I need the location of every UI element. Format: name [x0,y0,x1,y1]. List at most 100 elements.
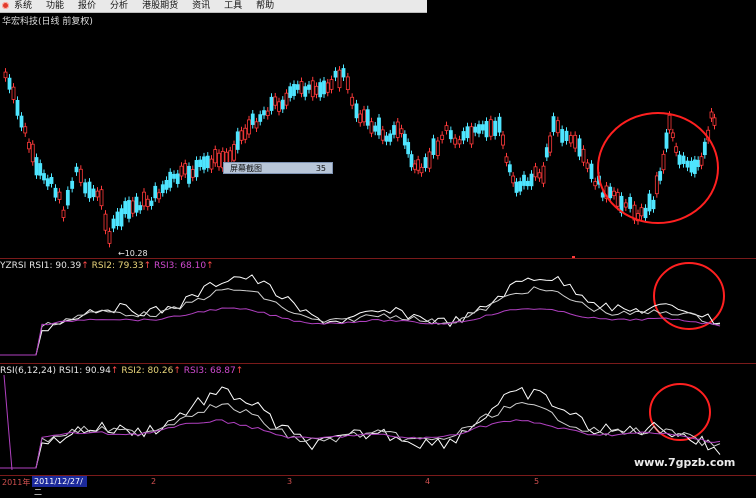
date-tick: 3 [287,477,293,486]
chart-area[interactable] [0,0,756,487]
date-axis-year: 2011年 [2,478,31,487]
candle-body [522,174,526,186]
candle-body [395,121,400,138]
candle-body [362,109,366,123]
candle-body [3,71,8,79]
candle-body [205,155,210,169]
candle-body [593,181,598,187]
watermark-text: www.7gpzb.com [634,456,736,469]
candle-body [412,163,417,170]
candle-body [262,110,266,116]
candle-body [217,152,221,168]
candle-body [273,96,278,106]
candle-body [661,153,666,171]
candle-body [457,139,462,145]
candle-body [83,182,88,194]
candle-body [187,165,191,184]
candle-body [416,159,421,171]
candle-body [564,130,569,141]
candle-body [427,151,432,169]
candle-body [87,181,92,199]
candle-body [589,163,594,179]
candle-body [477,124,481,134]
rsi2-line [0,401,721,469]
candle-body [107,231,112,244]
candle-body [358,113,363,124]
candle-body [15,99,20,116]
candle-body [423,157,428,168]
up-arrow-icon: ↑ [143,261,152,271]
candle-body [164,179,169,190]
candle-body [123,201,128,215]
candle-body [399,128,404,134]
candle-body [228,150,233,163]
candle-body [57,191,62,200]
candle-body [299,81,304,94]
candle-body [277,101,281,112]
candle-body [95,190,100,198]
candle-body [568,135,573,144]
candle-body [529,173,534,187]
candle-body [681,155,686,164]
screenshot-tooltip[interactable]: 屏幕截图 35 [223,162,333,174]
candle-body [119,208,124,227]
candle-body [674,146,679,153]
candle-body [453,137,458,145]
selected-date[interactable]: 2011/12/27/二 [32,476,87,497]
rsi3-value: RSI3: 68.87 [183,366,236,376]
candle-body [341,68,346,78]
candle-body [573,134,578,149]
panel-divider [0,363,756,364]
candle-body [333,70,338,78]
candle-body [533,166,538,178]
candle-body [183,163,188,175]
candle-body [577,138,582,157]
tooltip-value: 35 [315,163,326,173]
candle-body [213,149,218,164]
low-price-label: ←10.28 [118,249,148,258]
candle-body [34,157,39,176]
candle-body [172,173,176,179]
candle-body [685,160,690,168]
candle-body [45,178,50,187]
up-arrow-icon: ↑ [173,366,181,376]
candle-body [350,96,355,106]
candle-body [175,173,180,184]
candle-body [322,80,326,95]
candle-body [145,198,150,207]
candle-body [628,197,633,209]
candle-body [115,211,120,227]
candle-body [49,176,54,184]
candle-body [23,126,28,134]
candle-body [548,135,553,153]
up-arrow-icon: ↑ [235,366,244,376]
candle-body [639,207,644,217]
candle-body [677,154,682,165]
candle-body [269,96,274,111]
candle-body [544,147,549,158]
candle-body [160,184,165,194]
candle-body [365,109,370,126]
candle-body [581,148,586,163]
candle-body [209,158,214,170]
candle-body [380,129,385,141]
date-axis[interactable]: 2011年 2011/12/27/二 2 3 4 5 [0,475,756,497]
candle-body [702,141,707,156]
candle-body [667,114,672,131]
candle-body [61,209,66,218]
candle-body [190,169,195,178]
candle-body [142,191,146,207]
candle-body [254,121,259,129]
candle-body [134,196,139,213]
rsi3-line [0,419,721,469]
candle-body [303,86,308,97]
candle-body [514,181,519,193]
candle-body [157,192,161,200]
candle-body [518,181,523,192]
candle-body [288,86,293,98]
candle-body [501,134,505,146]
up-arrow-icon: ↑ [110,366,119,376]
candle-body [179,165,184,177]
candle-body [232,144,236,161]
candle-body [608,186,613,199]
